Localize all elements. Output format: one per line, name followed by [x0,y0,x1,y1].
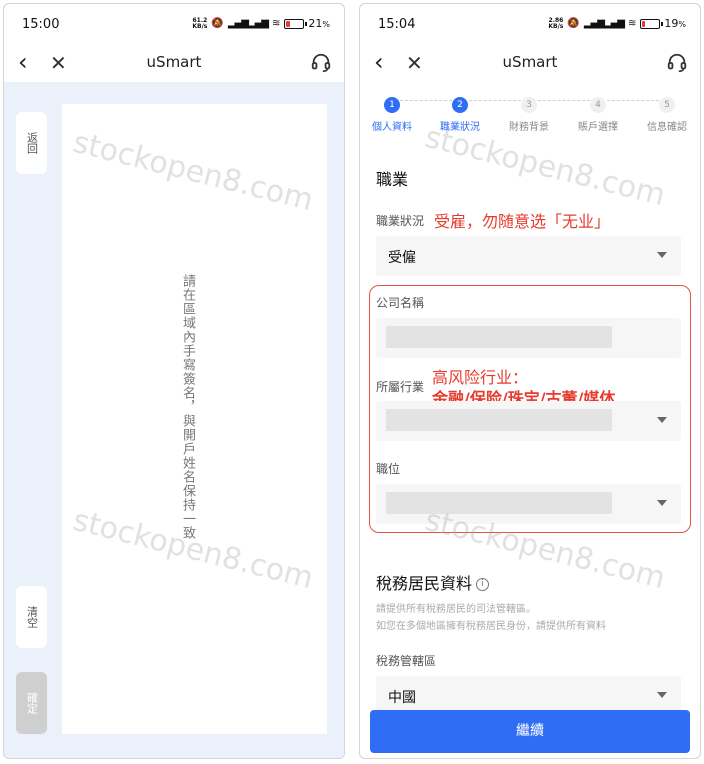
page-title: uSmart [146,53,202,71]
position-select[interactable] [376,484,681,524]
wifi-icon: ≋ [272,18,281,29]
redacted-value [386,409,612,431]
step-occupation: 2 職業狀況 [430,92,490,133]
dropdown-arrow-icon [657,692,667,698]
step-confirm: 5 信息確認 [637,92,697,133]
employment-status-value: 受僱 [388,250,416,266]
clear-button[interactable]: 清空 [16,586,47,648]
occupation-form-screen: 15:04 2.86 KB/s 🔕 ▂▄▆▂▄▆ ≋ 19% ‹ ✕ uSmart… [359,3,701,759]
redacted-value [386,492,612,514]
battery-icon [640,18,664,29]
company-name-input[interactable] [376,318,681,358]
signature-hint: 請在區域內手寫簽名，與開戶姓名保持一致 [180,274,195,540]
wifi-icon: ≋ [628,18,637,29]
signature-screen: 15:00 61.2 KB/s 🔕 ▂▄▆▂▄▆ ≋ 21% ‹ ✕ uSmart… [3,3,345,759]
tax-hint-1: 請提供所有稅務居民的司法管轄區。 [376,604,536,615]
nav-bar: ‹ ✕ uSmart [360,44,700,82]
status-bar: 15:00 61.2 KB/s 🔕 ▂▄▆▂▄▆ ≋ 21% [4,4,344,44]
mute-icon: 🔕 [567,18,580,29]
status-time: 15:00 [22,17,60,32]
tax-jurisdiction-value: 中國 [388,690,416,706]
dropdown-arrow-icon [657,500,667,506]
industry-label: 所屬行業 [376,380,425,394]
employment-status-label: 職業狀況 [376,214,425,228]
redacted-value [386,326,612,348]
step-account-type: 4 賬戶選擇 [568,92,628,133]
signature-canvas[interactable]: 請在區域內手寫簽名，與開戶姓名保持一致 [62,104,327,734]
info-icon[interactable]: i [476,578,490,591]
battery-percent: 19% [664,17,686,30]
nav-bar: ‹ ✕ uSmart [4,44,344,82]
tax-hint-2: 如您在多個地區擁有稅務居民身份，請提供所有資料 [376,621,606,632]
step-personal-info: 1 個人資料 [362,92,422,133]
status-icons: 2.86 KB/s 🔕 ▂▄▆▂▄▆ ≋ 19% [548,17,686,30]
status-bar: 15:04 2.86 KB/s 🔕 ▂▄▆▂▄▆ ≋ 19% [360,4,700,44]
company-name-label: 公司名稱 [376,296,425,310]
signal-icon: ▂▄▆▂▄▆ [583,18,625,29]
step-financial: 3 財務背景 [499,92,559,133]
signal-icon: ▂▄▆▂▄▆ [227,18,269,29]
headset-icon[interactable] [310,52,332,74]
occupation-title: 職業 [376,170,409,189]
dropdown-arrow-icon [657,417,667,423]
network-speed: 61.2 KB/s [192,16,208,30]
battery-icon [284,18,308,29]
industry-select[interactable] [376,401,681,441]
tax-jurisdiction-label: 稅務管轄區 [376,654,437,668]
progress-stepper: 1 個人資料 2 職業狀況 3 財務背景 4 賬戶選擇 5 信息確認 [360,92,700,142]
tax-residency-title: 稅務居民資料 i [376,570,490,594]
mute-icon: 🔕 [211,18,224,29]
page-title: uSmart [502,53,558,71]
status-time: 15:04 [378,17,416,32]
battery-fill [286,20,290,27]
battery-fill [642,20,646,27]
status-icons: 61.2 KB/s 🔕 ▂▄▆▂▄▆ ≋ 21% [192,17,330,30]
network-speed: 2.86 KB/s [548,16,564,30]
dropdown-arrow-icon [657,252,667,258]
return-button[interactable]: 返回 [16,112,47,174]
position-label: 職位 [376,462,401,476]
employment-status-select[interactable]: 受僱 [376,236,681,276]
continue-button[interactable]: 繼續 [370,710,690,753]
headset-icon[interactable] [666,52,688,74]
confirm-button[interactable]: 確定 [16,672,47,734]
employment-annotation: 受雇，勿随意选「无业」 [434,212,611,231]
battery-percent: 21% [308,17,330,30]
signature-area: 返回 清空 確定 請在區域內手寫簽名，與開戶姓名保持一致 [4,82,344,758]
